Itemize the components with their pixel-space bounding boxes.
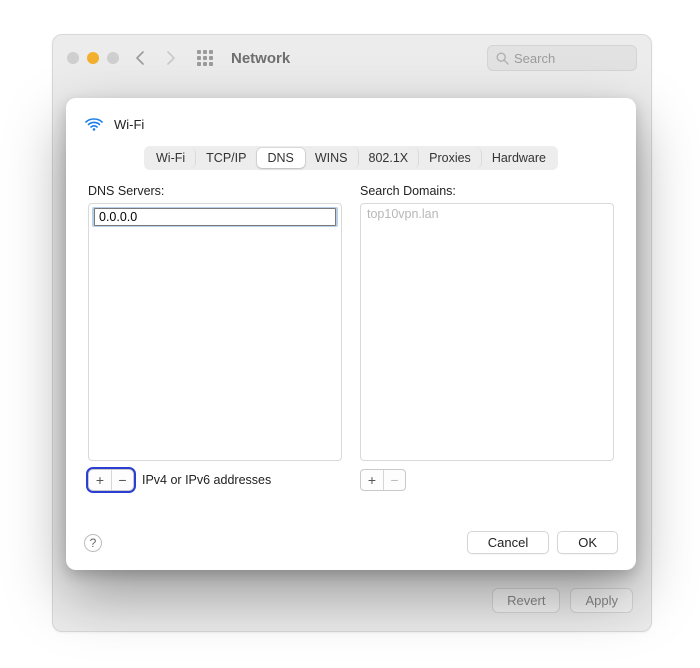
- minimize-dot[interactable]: [87, 52, 99, 64]
- search-domains-list[interactable]: top10vpn.lan: [360, 203, 614, 461]
- search-placeholder: Search: [514, 51, 555, 66]
- forward-button[interactable]: [159, 47, 183, 69]
- cancel-button[interactable]: Cancel: [467, 531, 549, 554]
- window-title: Network: [231, 50, 290, 67]
- close-dot[interactable]: [67, 52, 79, 64]
- dns-add-button[interactable]: +: [89, 470, 111, 490]
- window-titlebar: Network Search: [53, 35, 651, 81]
- search-domains-column: Search Domains: top10vpn.lan + −: [360, 184, 614, 519]
- dns-servers-label: DNS Servers:: [88, 184, 342, 198]
- wifi-icon: [84, 114, 104, 134]
- back-button[interactable]: [127, 47, 151, 69]
- apply-button[interactable]: Apply: [570, 588, 633, 613]
- dns-entry-input[interactable]: [94, 208, 336, 226]
- revert-button[interactable]: Revert: [492, 588, 560, 613]
- search-field[interactable]: Search: [487, 45, 637, 71]
- sheet-header: Wi-Fi: [66, 98, 636, 140]
- tab-dns[interactable]: DNS: [257, 148, 304, 168]
- help-button[interactable]: ?: [84, 534, 102, 552]
- search-domains-label: Search Domains:: [360, 184, 614, 198]
- tab-8021x[interactable]: 802.1X: [359, 148, 420, 168]
- dns-servers-column: DNS Servers: + − IPv4 or IPv6 addresses: [88, 184, 342, 519]
- tab-wins[interactable]: WINS: [305, 148, 359, 168]
- background-buttons: Revert Apply: [492, 588, 633, 613]
- zoom-dot[interactable]: [107, 52, 119, 64]
- sheet-title: Wi-Fi: [114, 117, 144, 132]
- sheet-footer: ? Cancel OK: [66, 519, 636, 570]
- search-icon: [496, 52, 509, 65]
- domain-add-remove: + −: [360, 469, 406, 491]
- dns-entry-selected[interactable]: [92, 207, 338, 227]
- search-domain-item[interactable]: top10vpn.lan: [361, 204, 613, 224]
- dns-hint: IPv4 or IPv6 addresses: [142, 473, 271, 487]
- advanced-tabs: Wi-Fi TCP/IP DNS WINS 802.1X Proxies Har…: [144, 146, 558, 170]
- tab-wifi[interactable]: Wi-Fi: [146, 148, 196, 168]
- domain-remove-button: −: [383, 470, 405, 490]
- all-prefs-icon[interactable]: [197, 50, 213, 66]
- dns-remove-button[interactable]: −: [111, 470, 133, 490]
- tab-proxies[interactable]: Proxies: [419, 148, 482, 168]
- ok-button[interactable]: OK: [557, 531, 618, 554]
- traffic-lights: [67, 52, 119, 64]
- domain-add-button[interactable]: +: [361, 470, 383, 490]
- tab-tcpip[interactable]: TCP/IP: [196, 148, 257, 168]
- tab-hardware[interactable]: Hardware: [482, 148, 556, 168]
- dns-add-remove: + −: [88, 469, 134, 491]
- dns-servers-list[interactable]: [88, 203, 342, 461]
- network-advanced-sheet: Wi-Fi Wi-Fi TCP/IP DNS WINS 802.1X Proxi…: [66, 98, 636, 570]
